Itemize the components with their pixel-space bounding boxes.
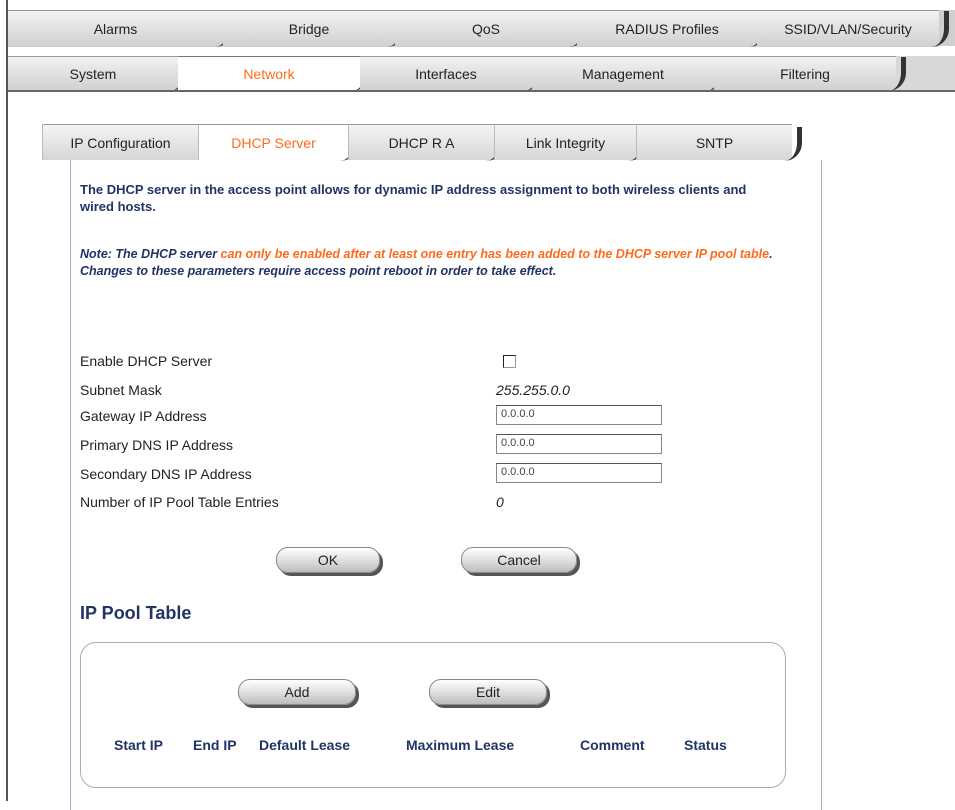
top-tab-row-2: System Network Interfaces Management Fil… (8, 56, 955, 91)
gateway-label: Gateway IP Address (80, 408, 207, 424)
pool-entries-label: Number of IP Pool Table Entries (80, 494, 279, 510)
description-text: The DHCP server in the access point allo… (80, 182, 747, 214)
tab-filtering[interactable]: Filtering (714, 56, 906, 91)
tab-label: SSID/VLAN/Security (784, 21, 912, 37)
subtab-ip-configuration[interactable]: IP Configuration (42, 124, 198, 160)
column-maximum-lease: Maximum Lease (406, 737, 515, 753)
tab-system[interactable]: System (8, 56, 188, 91)
column-start-ip: Start IP (114, 737, 164, 753)
frame-border (6, 0, 8, 801)
top-tab-row-1: Alarms Bridge QoS RADIUS Profiles SSID/V… (8, 10, 955, 47)
tab-divider (888, 57, 906, 91)
secondary-dns-label: Secondary DNS IP Address (80, 466, 252, 482)
pool-entries-value: 0 (496, 494, 504, 510)
tab-interfaces[interactable]: Interfaces (360, 56, 542, 91)
tab-label: Bridge (288, 21, 330, 37)
tab-alarms[interactable]: Alarms (8, 10, 233, 47)
subtab-label: DHCP R A (388, 134, 455, 151)
ok-button[interactable]: OK (276, 547, 380, 573)
ip-pool-table-box (80, 642, 786, 788)
enable-dhcp-checkbox[interactable] (503, 355, 516, 368)
edit-button[interactable]: Edit (429, 679, 547, 705)
tab-label: Management (582, 66, 664, 82)
tab-row-underline (8, 90, 955, 92)
tab-label: Alarms (93, 21, 138, 37)
subnet-mask-label: Subnet Mask (80, 382, 162, 398)
primary-dns-input[interactable]: 0.0.0.0 (496, 434, 662, 454)
tab-bridge[interactable]: Bridge (223, 10, 405, 47)
tab-label: QoS (471, 21, 500, 37)
subtab-dhcp-ra[interactable]: DHCP R A (348, 124, 504, 161)
column-end-ip: End IP (193, 737, 237, 753)
tab-management[interactable]: Management (532, 56, 724, 91)
column-status: Status (684, 737, 727, 753)
subtab-label: DHCP Server (231, 134, 316, 151)
tab-label: System (69, 66, 117, 82)
tab-divider (784, 127, 802, 161)
gateway-input[interactable]: 0.0.0.0 (496, 405, 662, 425)
note-prefix: Note: The DHCP server (80, 247, 221, 261)
note-highlight: can only be enabled after at least one e… (220, 247, 770, 261)
ip-pool-table-title: IP Pool Table (80, 603, 192, 623)
enable-dhcp-label: Enable DHCP Server (80, 353, 213, 369)
tab-label: Filtering (780, 66, 830, 82)
sub-tab-bar: IP Configuration DHCP Server DHCP R A Li… (42, 124, 822, 161)
tab-network[interactable]: Network (178, 56, 370, 91)
subtab-label: SNTP (695, 134, 734, 151)
add-button[interactable]: Add (238, 679, 356, 705)
subtab-link-integrity[interactable]: Link Integrity (494, 124, 646, 161)
note-text: Note: The DHCP server can only be enable… (80, 246, 792, 280)
secondary-dns-input[interactable]: 0.0.0.0 (496, 463, 662, 483)
tab-divider (931, 11, 949, 47)
subtab-label: IP Configuration (70, 134, 171, 151)
tab-ssid-vlan-security[interactable]: SSID/VLAN/Security (757, 10, 949, 47)
tab-radius-profiles[interactable]: RADIUS Profiles (577, 10, 767, 47)
subtab-sntp[interactable]: SNTP (636, 124, 802, 161)
subtab-dhcp-server[interactable]: DHCP Server (198, 124, 358, 161)
tab-label: Network (243, 66, 295, 82)
column-comment: Comment (580, 737, 645, 753)
column-default-lease: Default Lease (259, 737, 351, 753)
cancel-button[interactable]: Cancel (461, 547, 577, 573)
tab-label: Interfaces (415, 66, 477, 82)
tab-label: RADIUS Profiles (615, 21, 719, 37)
primary-dns-label: Primary DNS IP Address (80, 437, 234, 453)
subtab-label: Link Integrity (525, 134, 606, 151)
subnet-mask-value: 255.255.0.0 (496, 382, 570, 398)
tab-qos[interactable]: QoS (395, 10, 587, 47)
